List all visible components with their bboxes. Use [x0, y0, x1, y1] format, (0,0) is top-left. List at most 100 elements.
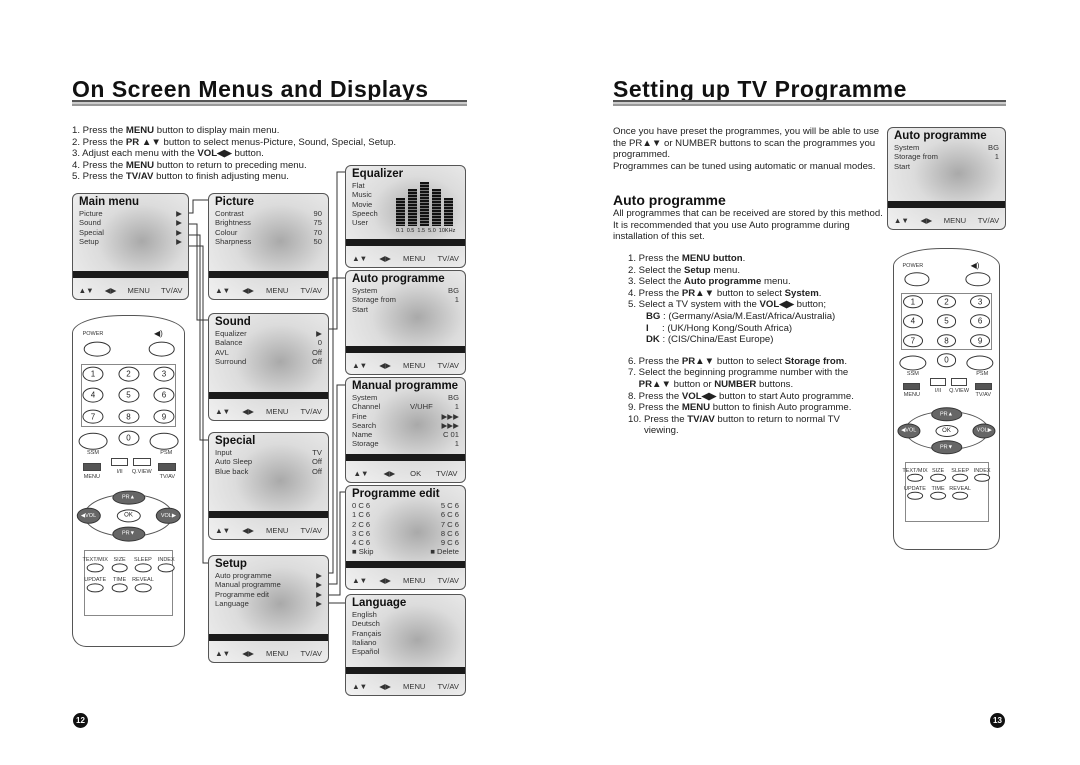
menu-cell: 1 — [454, 402, 459, 412]
menu-row[interactable]: Storage from 1 — [352, 295, 459, 304]
menu-row[interactable]: Français — [352, 629, 459, 638]
teletext-button[interactable] — [157, 563, 175, 573]
number-button-0[interactable]: 0 — [117, 430, 140, 446]
menu-row[interactable]: Sharpness 50 — [215, 237, 322, 246]
number-button-5[interactable]: 5 — [117, 387, 140, 403]
menu-row[interactable]: Special ▶ — [79, 228, 182, 237]
teletext-button[interactable] — [86, 563, 104, 573]
menu-button[interactable] — [903, 382, 921, 390]
footer-hint: ◀▶ — [379, 576, 391, 585]
number-button-7[interactable]: 7 — [902, 333, 923, 348]
menu-row[interactable]: Colour 70 — [215, 228, 322, 237]
menu-cell: Name — [352, 430, 373, 440]
power-button[interactable] — [84, 341, 111, 357]
menu-row[interactable]: Input TV — [215, 448, 322, 457]
tvav-button[interactable] — [158, 462, 177, 472]
menu-row[interactable]: Name C 01 — [352, 430, 459, 439]
dual-button[interactable] — [929, 378, 947, 386]
menu-row[interactable]: Fine ▶▶▶ — [352, 412, 459, 421]
menu-row[interactable]: Deutsch — [352, 619, 459, 628]
teletext-button[interactable] — [86, 582, 104, 593]
menu-row[interactable]: Setup ▶ — [79, 237, 182, 246]
vol-up-button[interactable]: VOL▶ — [972, 423, 996, 438]
ok-button[interactable]: OK — [934, 424, 959, 437]
menu-button[interactable] — [82, 462, 101, 472]
pr-down-button[interactable]: PR▼ — [930, 440, 963, 454]
menu-row[interactable]: Auto programme ▶ — [215, 571, 322, 580]
menu-row[interactable]: 1 C 6 6 C 6 — [352, 510, 459, 519]
menu-row[interactable]: Manual programme ▶ — [215, 580, 322, 589]
pr-down-button[interactable]: PR▼ — [111, 526, 146, 542]
menu-row[interactable]: Blue back Off — [215, 467, 322, 476]
teletext-button[interactable] — [111, 582, 128, 593]
number-button-4[interactable]: 4 — [82, 387, 104, 403]
menu-row[interactable]: Storage 1 — [352, 439, 459, 448]
menu-row[interactable]: Balance 0 — [215, 338, 322, 347]
number-button-6[interactable]: 6 — [153, 387, 175, 403]
pr-up-button[interactable]: PR▲ — [930, 407, 963, 421]
teletext-button[interactable] — [111, 563, 128, 573]
menu-row[interactable]: Italiano — [352, 638, 459, 647]
footer-hint: ▲▼ — [215, 286, 231, 295]
menu-row[interactable]: Start — [352, 305, 459, 314]
number-button-2[interactable]: 2 — [936, 294, 957, 309]
vol-down-button[interactable]: ◀VOL — [897, 423, 921, 438]
qview-button[interactable] — [132, 457, 151, 467]
menu-row[interactable]: Start — [894, 162, 999, 171]
number-button-9[interactable]: 9 — [970, 333, 991, 348]
menu-row[interactable]: Storage from 1 — [894, 152, 999, 161]
menu-row[interactable]: 3 C 6 8 C 6 — [352, 529, 459, 538]
menu-row[interactable]: System BG — [352, 286, 459, 295]
number-button-1[interactable]: 1 — [82, 366, 104, 382]
number-button-8[interactable]: 8 — [117, 409, 140, 425]
menu-row[interactable]: 0 C 6 5 C 6 — [352, 501, 459, 510]
number-button-6[interactable]: 6 — [970, 314, 991, 328]
teletext-label: INDEX — [157, 556, 175, 563]
ssm-button[interactable] — [78, 433, 108, 450]
number-button-9[interactable]: 9 — [153, 409, 175, 425]
menu-row[interactable]: Language ▶ — [215, 599, 322, 608]
mute-button[interactable] — [965, 272, 991, 286]
ssm-button[interactable] — [899, 355, 927, 371]
menu-row[interactable]: Auto Sleep Off — [215, 457, 322, 466]
psm-button[interactable] — [149, 433, 179, 450]
menu-row[interactable]: Brightness 75 — [215, 218, 322, 227]
pr-up-button[interactable]: PR▲ — [111, 490, 146, 505]
power-button[interactable] — [904, 272, 930, 286]
vol-up-button[interactable]: VOL▶ — [156, 507, 181, 524]
menu-row[interactable]: English — [352, 610, 459, 619]
menu-row[interactable]: Sound ▶ — [79, 218, 182, 227]
menu-row[interactable]: Channel V/UHF 1 — [352, 402, 459, 411]
menu-row[interactable]: System BG — [352, 393, 459, 402]
vol-down-button[interactable]: ◀VOL — [76, 507, 101, 524]
qview-button[interactable] — [950, 378, 968, 386]
menu-row[interactable]: System BG — [894, 143, 999, 152]
number-button-0[interactable]: 0 — [936, 353, 957, 367]
teletext-button[interactable] — [134, 563, 152, 573]
number-button-4[interactable]: 4 — [902, 314, 923, 328]
menu-row[interactable]: Picture ▶ — [79, 209, 182, 218]
menu-row[interactable]: Equalizer ▶ — [215, 329, 322, 338]
number-button-1[interactable]: 1 — [902, 294, 923, 309]
number-button-7[interactable]: 7 — [82, 409, 104, 425]
dual-button[interactable] — [110, 457, 129, 467]
tvav-button[interactable] — [974, 382, 992, 390]
number-button-5[interactable]: 5 — [936, 314, 957, 328]
menu-row[interactable]: Español — [352, 647, 459, 656]
menu-row[interactable]: Search ▶▶▶ — [352, 421, 459, 430]
menu-row[interactable]: 4 C 6 9 C 6 — [352, 538, 459, 547]
number-button-2[interactable]: 2 — [117, 366, 140, 382]
menu-row[interactable]: Programme edit ▶ — [215, 590, 322, 599]
number-button-3[interactable]: 3 — [153, 366, 175, 382]
number-button-3[interactable]: 3 — [970, 294, 991, 309]
number-button-8[interactable]: 8 — [936, 333, 957, 348]
menu-row[interactable]: ■ Skip ■ Delete — [352, 547, 459, 556]
menu-row[interactable]: Surround Off — [215, 357, 322, 366]
teletext-button[interactable] — [134, 582, 152, 593]
menu-row[interactable]: AVL Off — [215, 348, 322, 357]
menu-row[interactable]: 2 C 6 7 C 6 — [352, 520, 459, 529]
psm-button[interactable] — [966, 355, 994, 371]
menu-cell: Special — [79, 227, 104, 237]
mute-button[interactable] — [148, 341, 176, 357]
menu-row[interactable]: Contrast 90 — [215, 209, 322, 218]
